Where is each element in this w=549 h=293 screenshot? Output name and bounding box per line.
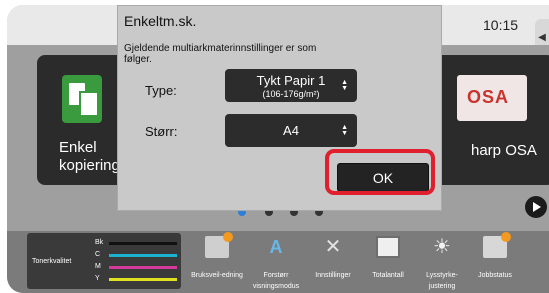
settings-icon: ✕	[324, 236, 342, 258]
tile-easy-copy-label: Enkel kopiering	[59, 139, 120, 174]
ok-highlight-marker	[325, 149, 435, 195]
paper-type-select[interactable]: Tykt Papir 1 (106-176g/m²) ▲ ▼	[225, 69, 357, 102]
job-status-icon	[483, 232, 511, 258]
counter-icon	[376, 236, 400, 258]
total-count-button[interactable]: Totalantall	[362, 231, 414, 293]
clock: 10:15	[483, 17, 519, 33]
type-label: Type:	[145, 83, 177, 98]
paper-size-value: A4	[283, 123, 299, 138]
select-arrows-icon: ▲ ▼	[341, 124, 348, 137]
select-arrows-icon: ▲ ▼	[341, 79, 348, 92]
paper-type-value: Tykt Papir 1	[256, 73, 326, 88]
dialog-message: Gjeldende multiarkmaterinnstillinger er …	[124, 43, 317, 65]
brightness-button[interactable]: ☀ Lysstyrke-justering	[416, 231, 468, 293]
tile-sharp-osa-label: harp OSA	[471, 142, 537, 159]
paper-type-weight: (106-176g/m²)	[262, 89, 320, 99]
job-status-button[interactable]: Jobbstatus	[469, 231, 521, 293]
toner-title: Tonerkvalitet	[32, 258, 72, 265]
bottom-toolbar: Tonerkvalitet Bk C M Y Bruksveil-edning …	[7, 231, 549, 293]
paper-size-select[interactable]: A4 ▲ ▼	[225, 114, 357, 147]
zoom-icon: A	[269, 237, 283, 257]
copy-icon	[62, 75, 102, 123]
tile-sharp-osa[interactable]: OSA harp OSA	[435, 55, 549, 185]
osa-logo-icon: OSA	[457, 75, 527, 121]
brightness-icon: ☀	[433, 236, 451, 258]
next-page-button[interactable]	[525, 196, 547, 218]
toner-level-panel: Tonerkvalitet Bk C M Y	[27, 233, 181, 289]
size-label: Størr:	[145, 124, 178, 139]
settings-button[interactable]: ✕ Innstillinger	[307, 231, 359, 293]
manual-icon	[205, 232, 233, 258]
enlarge-display-button[interactable]: A Forstørr visningsmodus	[250, 231, 302, 293]
user-manual-button[interactable]: Bruksveil-edning	[191, 231, 243, 293]
dialog-title: Enkeltm.sk.	[124, 13, 197, 29]
